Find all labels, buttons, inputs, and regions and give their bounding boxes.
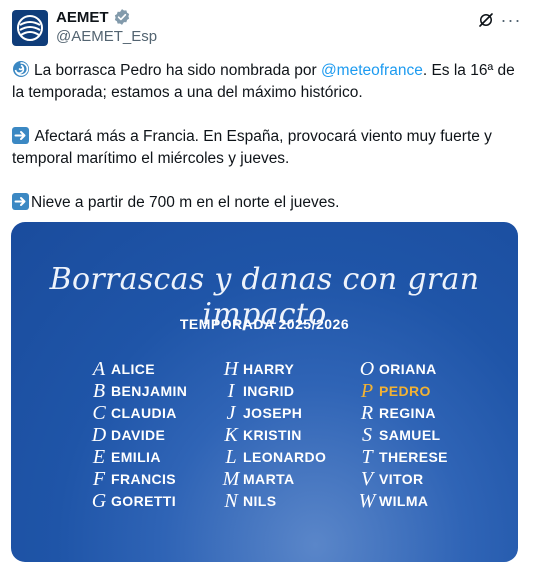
storm-letter: H [223,357,239,380]
storm-name: NILS [243,493,277,509]
right-arrow-icon [12,127,29,144]
storm-entry: E EMILIA [89,446,187,468]
storm-entry: W WILMA [357,490,448,512]
storm-name: WILMA [379,493,429,509]
storm-name: ORIANA [379,361,437,377]
storm-entry: O ORIANA [357,358,448,380]
storm-letter: J [226,401,236,424]
tweet-paragraph-1: La borrasca Pedro ha sido nombrada por @… [12,60,524,104]
storm-name: KRISTIN [243,427,302,443]
storm-name: SAMUEL [379,427,441,443]
storm-name: GORETTI [111,493,177,509]
mention-link[interactable]: @meteofrance [321,62,423,79]
storm-column-2: H HARRY I INGRID J JOSEPH K KRISTIN L LEONARD… [221,358,326,512]
storm-name: INGRID [243,383,295,399]
storm-name: ALICE [111,361,155,377]
storm-entry: S SAMUEL [357,424,448,446]
tweet-paragraph-2: Afectará más a Francia. En España, provo… [12,126,524,170]
storm-entry: D DAVIDE [89,424,187,446]
storm-letter: S [362,423,372,446]
storm-letter: T [361,445,373,468]
aemet-logo-icon [17,15,43,41]
storm-name: PEDRO [379,383,431,399]
more-options-icon[interactable]: ··· [501,10,521,30]
storm-letter: G [91,489,107,512]
storm-letter: V [360,467,374,490]
storm-name: HARRY [243,361,295,377]
storm-name: VITOR [379,471,424,487]
storm-column-3: O ORIANA P PEDRO R REGINA S SAMUEL T THERESE … [357,358,448,512]
storm-entry: K KRISTIN [221,424,326,446]
storm-entry: T THERESE [357,446,448,468]
storm-entry: G GORETTI [89,490,187,512]
account-name[interactable]: AEMET [56,9,109,26]
storm-letter: K [224,423,238,446]
account-name-row[interactable]: AEMET [56,8,131,26]
storm-letter: L [225,445,237,468]
storm-name: THERESE [379,449,448,465]
storm-entry: J JOSEPH [221,402,326,424]
storm-letter: C [92,401,106,424]
storm-entry: H HARRY [221,358,326,380]
storm-name: REGINA [379,405,436,421]
storm-entry: L LEONARDO [221,446,326,468]
storm-letter: I [227,379,235,402]
storm-letter: B [92,379,106,402]
grok-icon[interactable] [476,10,496,30]
storm-entry: V VITOR [357,468,448,490]
storm-letter: F [92,467,106,490]
tweet-paragraph-3-text: Nieve a partir de 700 m en el norte el j… [31,194,340,211]
storm-entry: A ALICE [89,358,187,380]
storm-name: FRANCIS [111,471,177,487]
storm-entry: F FRANCIS [89,468,187,490]
avatar[interactable] [12,10,48,46]
storm-entry: N NILS [221,490,326,512]
storm-name: EMILIA [111,449,161,465]
storm-letter: M [222,467,240,490]
storm-name: MARTA [243,471,295,487]
storm-letter: N [224,489,238,512]
tweet-text: La borrasca Pedro ha sido nombrada por @… [12,60,524,236]
storm-letter: O [359,357,375,380]
storm-name: BENJAMIN [111,383,188,399]
tweet-paragraph-1-start: La borrasca Pedro ha sido nombrada por [34,62,321,79]
card-subtitle: TEMPORADA 2025/2026 [179,316,350,332]
verified-badge-icon [114,9,129,25]
tweet-paragraph-2-text: Afectará más a Francia. En España, provo… [12,128,492,167]
storm-entry: B BENJAMIN [89,380,187,402]
storm-entry-current: P PEDRO [357,380,448,402]
storm-column-1: A ALICE B BENJAMIN C CLAUDIA D DAVIDE E EMILI… [89,358,187,512]
storm-name: CLAUDIA [111,405,177,421]
storm-entry: M MARTA [221,468,326,490]
cyclone-icon [12,60,30,78]
storm-entry: R REGINA [357,402,448,424]
storm-letter: R [360,401,374,424]
storm-entry: I INGRID [221,380,326,402]
storm-name: JOSEPH [243,405,303,421]
storm-name: LEONARDO [243,449,327,465]
storm-letter: A [92,357,106,380]
right-arrow-icon [12,193,29,210]
storm-letter: W [358,489,376,512]
storm-letter: P [360,379,374,402]
storm-entry: C CLAUDIA [89,402,187,424]
storm-names-image[interactable]: Borrascas y danas con gran impacto TEMPO… [11,222,518,562]
storm-letter: D [91,423,107,446]
storm-name: DAVIDE [111,427,166,443]
storm-letter: E [92,445,106,468]
tweet-paragraph-3: Nieve a partir de 700 m en el norte el j… [12,192,524,214]
account-handle[interactable]: @AEMET_Esp [56,28,157,45]
